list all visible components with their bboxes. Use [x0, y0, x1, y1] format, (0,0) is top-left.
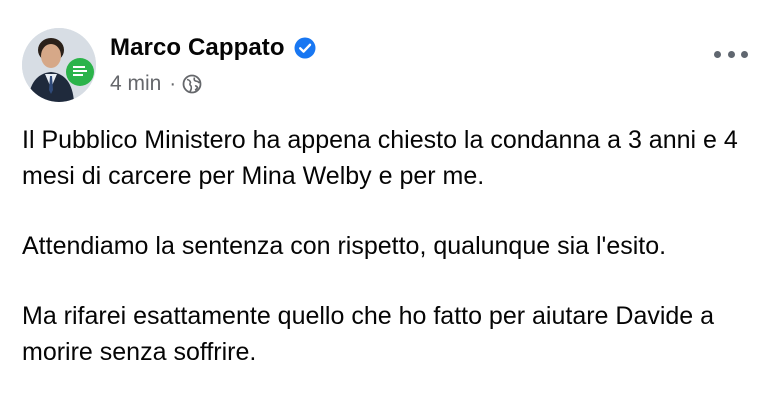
facebook-post: Marco Cappato 4 min · Il Pubblico Minist… [0, 0, 768, 400]
more-dot [741, 50, 748, 58]
more-dot [727, 50, 735, 58]
avatar-image [22, 28, 96, 102]
separator-dot: · [169, 72, 177, 95]
post-paragraph: Attendiamo la sentenza con rispetto, qua… [22, 232, 667, 260]
post-timestamp[interactable]: 4 min [110, 72, 161, 96]
more-options-icon[interactable] [714, 46, 748, 62]
post-header: Marco Cappato 4 min · [22, 28, 316, 108]
post-body: Il Pubblico Ministero ha appena chiesto … [22, 122, 752, 400]
globe-icon[interactable] [182, 74, 202, 94]
more-dot [714, 50, 721, 58]
author-name[interactable]: Marco Cappato [110, 34, 285, 62]
post-paragraph: Ma rifarei esattamente quello che ho fat… [22, 302, 715, 366]
author-row: Marco Cappato [110, 28, 316, 62]
post-paragraph: Il Pubblico Ministero ha appena chiesto … [22, 126, 738, 190]
verified-badge-icon [294, 37, 316, 59]
post-subline: 4 min · [110, 72, 316, 96]
avatar[interactable] [22, 28, 96, 102]
post-meta: Marco Cappato 4 min · [110, 28, 316, 96]
